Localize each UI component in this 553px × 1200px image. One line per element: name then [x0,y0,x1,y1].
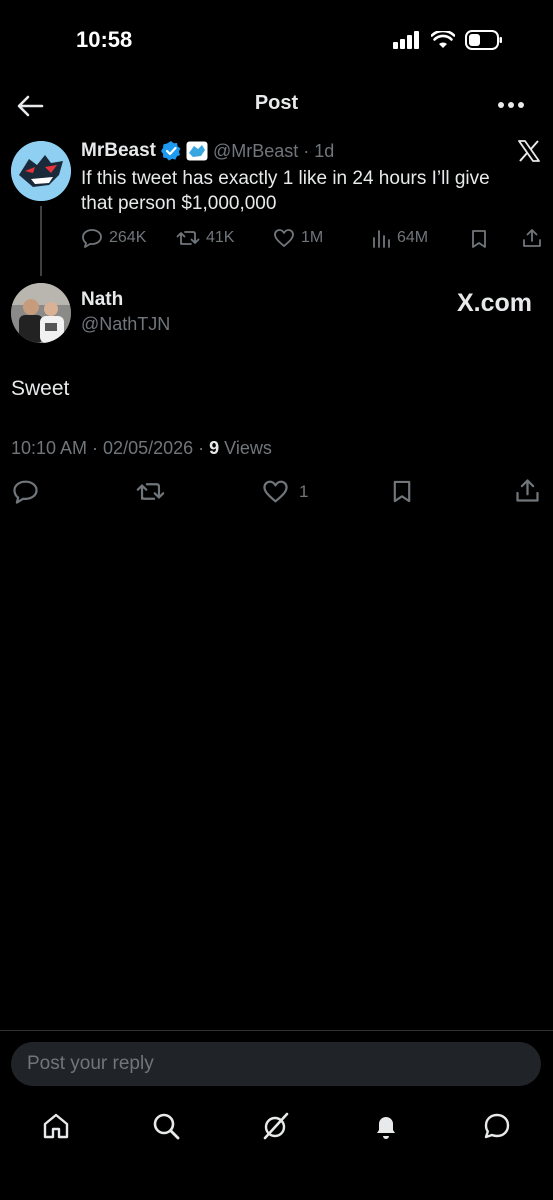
quoted-replies-count: 264K [109,229,147,246]
search-icon[interactable] [151,1111,181,1141]
views-chart-icon [373,230,390,248]
quoted-reposts-count: 41K [206,229,235,246]
repost-icon[interactable] [136,479,165,504]
quoted-likes[interactable]: 1M [273,228,323,248]
heart-icon [274,229,294,247]
quoted-views[interactable]: 64M [371,228,428,248]
reply-composer-placeholder: Post your reply [27,1053,154,1074]
quoted-author-handle[interactable]: @MrBeast [213,141,298,162]
reply-meta: 10:10 AM · 02/05/2026 · 9 Views [11,438,272,459]
affiliate-badge-icon [186,141,208,161]
composer-divider [0,1030,553,1031]
reply-text: Sweet [11,377,70,400]
reply-icon [82,229,102,248]
reply-timestamp[interactable]: 10:10 AM · 02/05/2026 · [11,438,209,458]
reply-composer-input[interactable]: Post your reply [11,1042,541,1086]
profile-photo [11,283,71,343]
thread-line [40,206,42,276]
share-icon[interactable] [522,228,542,248]
nath-avatar[interactable] [11,283,71,343]
reply-likes-count: 1 [299,481,309,501]
reply-like-button[interactable]: 1 [262,479,308,504]
quoted-likes-count: 1M [301,229,324,246]
quoted-header: MrBeast @MrBeast · 1d [81,140,334,162]
home-icon[interactable] [41,1111,71,1141]
share-icon[interactable] [515,478,540,503]
notifications-bell-icon[interactable] [371,1111,401,1141]
battery-icon [465,30,502,50]
heart-icon [263,480,288,503]
quoted-replies[interactable]: 264K [81,228,146,248]
reply-views-label: Views [219,438,272,458]
quoted-reposts[interactable]: 41K [176,228,234,248]
status-icons [393,30,503,50]
x-logo-icon [518,140,540,162]
bookmark-icon[interactable] [390,479,414,504]
beast-logo-icon [11,141,71,201]
reply-author-handle[interactable]: @NathTJN [81,314,170,335]
verified-badge-icon [160,141,181,161]
bookmark-icon[interactable] [469,229,489,249]
repost-icon [176,231,200,245]
grok-icon[interactable] [261,1111,291,1141]
mrbeast-avatar[interactable] [11,141,71,201]
signal-icon [393,31,419,49]
status-time: 10:58 [76,27,133,52]
reply-author-name[interactable]: Nath [81,289,123,311]
more-icon[interactable] [497,95,525,115]
wifi-icon [431,31,455,48]
reply-views-count: 9 [209,438,220,458]
page-title: Post [254,92,299,114]
messages-icon[interactable] [482,1111,512,1141]
xcom-watermark: X.com [456,289,532,317]
quoted-text-line2: that person $1,000,000 [81,193,277,214]
quoted-post-age: · 1d [303,140,335,161]
quoted-author-name[interactable]: MrBeast [81,140,156,162]
quoted-text-line1: If this tweet has exactly 1 like in 24 h… [81,168,490,189]
quoted-views-count: 64M [397,229,429,246]
reply-icon[interactable] [12,479,39,504]
